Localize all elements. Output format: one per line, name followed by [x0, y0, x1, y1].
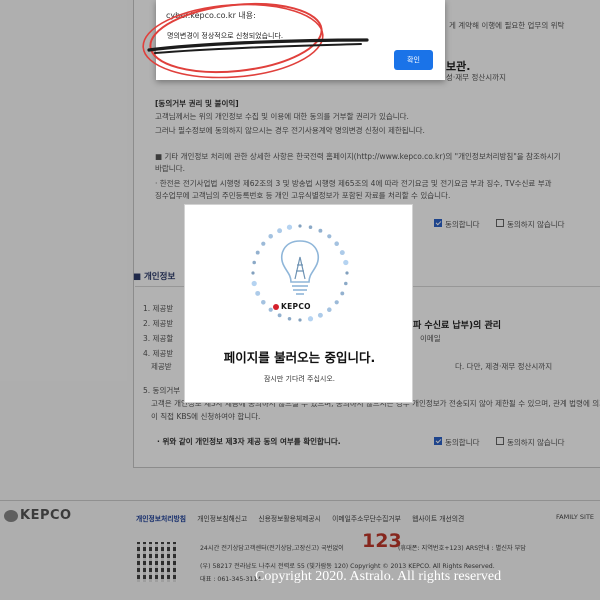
- spinner-dot: [307, 316, 314, 322]
- spinner-dot: [298, 318, 302, 322]
- loader-logo-text: KEPCO: [281, 302, 311, 311]
- loader-logo: KEPCO: [273, 302, 311, 311]
- spinner-dot: [298, 224, 302, 228]
- spinner-dot: [268, 234, 273, 239]
- spinner-dot: [255, 250, 260, 255]
- spinner-dot: [343, 259, 349, 266]
- spinner-dot: [255, 290, 261, 296]
- spinner-dot: [251, 271, 255, 275]
- spinner-dot: [252, 260, 256, 265]
- spinner-dot: [317, 312, 323, 318]
- loading-spinner: [251, 224, 349, 322]
- spinner-dot: [334, 300, 339, 305]
- spinner-dot: [318, 228, 323, 233]
- lightbulb-icon: [280, 240, 320, 295]
- spinner-dot: [340, 291, 345, 296]
- spinner-dot: [344, 281, 348, 286]
- spinner-dot: [345, 271, 349, 275]
- spinner-dot: [261, 241, 266, 246]
- spinner-dot: [287, 317, 292, 321]
- spinner-dot: [286, 224, 293, 230]
- loading-modal: KEPCO 페이지를 불러오는 중입니다. 잠시만 기다려 주십시오.: [184, 204, 413, 403]
- spinner-dot: [261, 300, 266, 305]
- spinner-dot: [327, 307, 332, 312]
- copyright-watermark: Copyright 2020. Astralo. All rights rese…: [255, 569, 502, 584]
- alert-message: 명의변경이 정상적으로 신청되었습니다.: [167, 32, 284, 40]
- spinner-dot: [339, 250, 345, 256]
- spinner-dot: [334, 241, 339, 246]
- alert-ok-button[interactable]: 확인: [394, 50, 433, 70]
- kepco-logo-icon: [273, 304, 279, 310]
- loading-subtitle: 잠시만 기다려 주십시오.: [263, 375, 336, 383]
- spinner-dot: [251, 280, 257, 287]
- spinner-dot: [308, 225, 313, 229]
- alert-title: cyber.kepco.co.kr 내용:: [166, 11, 256, 20]
- spinner-dot: [277, 313, 282, 318]
- spinner-dot: [277, 228, 283, 234]
- loading-title: 페이지를 불러오는 중입니다.: [223, 350, 376, 365]
- spinner-dot: [327, 234, 332, 239]
